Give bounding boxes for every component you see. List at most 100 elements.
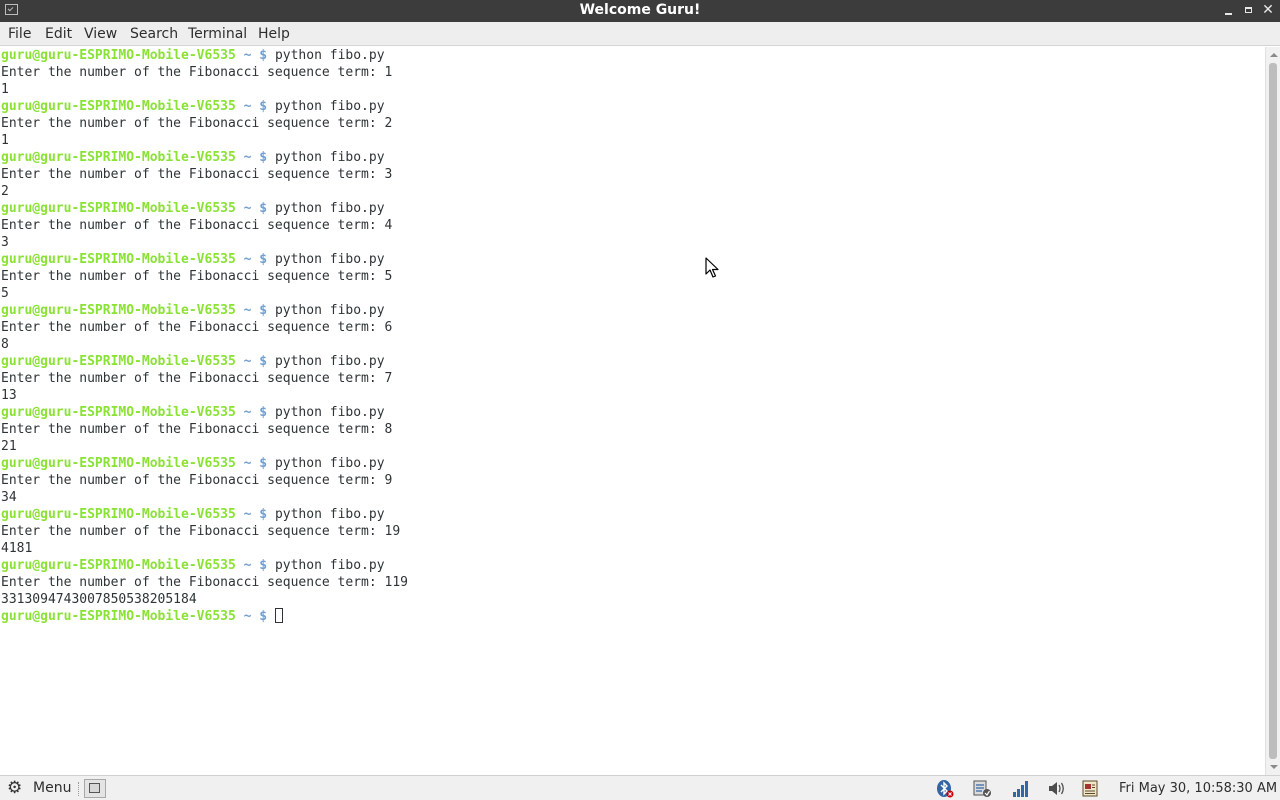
- prompt-symbol: $: [259, 150, 268, 165]
- output-line: 4181: [1, 541, 33, 556]
- prompt-symbol: $: [259, 558, 268, 573]
- prompt-user: guru@guru-ESPRIMO-Mobile-V6535: [1, 354, 236, 369]
- command-text: python fibo.py: [274, 405, 385, 420]
- command-text: python fibo.py: [274, 99, 385, 114]
- bluetooth-icon[interactable]: [935, 779, 955, 798]
- mouse-pointer-icon: [705, 257, 719, 278]
- prompt-dir: ~: [243, 48, 252, 63]
- scrollbar-thumb[interactable]: [1269, 63, 1277, 759]
- output-line: Enter the number of the Fibonacci sequen…: [1, 218, 393, 233]
- prompt-dir: ~: [243, 150, 252, 165]
- prompt-line: guru@guru-ESPRIMO-Mobile-V6535 ~ $ pytho…: [1, 200, 385, 217]
- command-text: python fibo.py: [274, 303, 385, 318]
- text-cursor[interactable]: [274, 608, 283, 623]
- gear-icon: ⚙: [7, 778, 23, 798]
- command-text: python fibo.py: [274, 354, 385, 369]
- minimize-button[interactable]: [1222, 3, 1236, 17]
- command-text: python fibo.py: [274, 150, 385, 165]
- prompt-line: guru@guru-ESPRIMO-Mobile-V6535 ~ $ pytho…: [1, 149, 385, 166]
- command-text: python fibo.py: [274, 48, 385, 63]
- output-line: 2: [1, 184, 9, 199]
- menu-view[interactable]: View: [84, 26, 117, 43]
- menu-file[interactable]: File: [8, 26, 31, 43]
- prompt-dir: ~: [243, 609, 252, 624]
- prompt-line: guru@guru-ESPRIMO-Mobile-V6535 ~ $ pytho…: [1, 251, 385, 268]
- update-manager-icon[interactable]: [972, 779, 992, 798]
- output-line: 13: [1, 388, 17, 403]
- taskbar-window-button[interactable]: [84, 779, 106, 798]
- network-icon[interactable]: [1011, 779, 1031, 798]
- prompt-line: guru@guru-ESPRIMO-Mobile-V6535 ~ $ pytho…: [1, 98, 385, 115]
- prompt-user: guru@guru-ESPRIMO-Mobile-V6535: [1, 507, 236, 522]
- output-line: 34: [1, 490, 17, 505]
- output-line: Enter the number of the Fibonacci sequen…: [1, 524, 401, 539]
- prompt-user: guru@guru-ESPRIMO-Mobile-V6535: [1, 48, 236, 63]
- prompt-line: guru@guru-ESPRIMO-Mobile-V6535 ~ $ pytho…: [1, 47, 385, 64]
- prompt-dir: ~: [243, 201, 252, 216]
- output-line: 8: [1, 337, 9, 352]
- command-text: python fibo.py: [274, 456, 385, 471]
- terminal-output[interactable]: guru@guru-ESPRIMO-Mobile-V6535 ~ $ pytho…: [0, 47, 1265, 775]
- prompt-symbol: $: [259, 609, 268, 624]
- command-text: python fibo.py: [274, 507, 385, 522]
- output-line: 1: [1, 82, 9, 97]
- output-line: Enter the number of the Fibonacci sequen…: [1, 473, 393, 488]
- output-line: Enter the number of the Fibonacci sequen…: [1, 167, 393, 182]
- prompt-symbol: $: [259, 48, 268, 63]
- prompt-line: guru@guru-ESPRIMO-Mobile-V6535 ~ $ pytho…: [1, 455, 385, 472]
- menu-terminal[interactable]: Terminal: [188, 26, 247, 43]
- prompt-dir: ~: [243, 405, 252, 420]
- output-line: Enter the number of the Fibonacci sequen…: [1, 116, 393, 131]
- output-line: 21: [1, 439, 17, 454]
- prompt-line: guru@guru-ESPRIMO-Mobile-V6535 ~ $: [1, 608, 283, 625]
- output-line: 3: [1, 235, 9, 250]
- prompt-dir: ~: [243, 507, 252, 522]
- prompt-user: guru@guru-ESPRIMO-Mobile-V6535: [1, 558, 236, 573]
- menu-search[interactable]: Search: [130, 26, 178, 43]
- prompt-line: guru@guru-ESPRIMO-Mobile-V6535 ~ $ pytho…: [1, 557, 385, 574]
- prompt-dir: ~: [243, 99, 252, 114]
- panel-separator: [78, 782, 81, 796]
- prompt-user: guru@guru-ESPRIMO-Mobile-V6535: [1, 150, 236, 165]
- prompt-dir: ~: [243, 252, 252, 267]
- window-titlebar: Welcome Guru! ✕: [0, 0, 1280, 22]
- prompt-line: guru@guru-ESPRIMO-Mobile-V6535 ~ $ pytho…: [1, 353, 385, 370]
- prompt-user: guru@guru-ESPRIMO-Mobile-V6535: [1, 456, 236, 471]
- menu-edit[interactable]: Edit: [45, 26, 72, 43]
- menu-help[interactable]: Help: [258, 26, 290, 43]
- prompt-line: guru@guru-ESPRIMO-Mobile-V6535 ~ $ pytho…: [1, 506, 385, 523]
- prompt-symbol: $: [259, 507, 268, 522]
- notes-icon[interactable]: [1080, 779, 1100, 798]
- prompt-user: guru@guru-ESPRIMO-Mobile-V6535: [1, 99, 236, 114]
- scroll-up-icon[interactable]: [1270, 53, 1278, 57]
- prompt-line: guru@guru-ESPRIMO-Mobile-V6535 ~ $ pytho…: [1, 302, 385, 319]
- output-line: 1: [1, 133, 9, 148]
- prompt-user: guru@guru-ESPRIMO-Mobile-V6535: [1, 201, 236, 216]
- prompt-dir: ~: [243, 456, 252, 471]
- prompt-user: guru@guru-ESPRIMO-Mobile-V6535: [1, 303, 236, 318]
- prompt-symbol: $: [259, 405, 268, 420]
- prompt-symbol: $: [259, 252, 268, 267]
- maximize-button[interactable]: [1242, 3, 1256, 17]
- prompt-user: guru@guru-ESPRIMO-Mobile-V6535: [1, 609, 236, 624]
- menu-button-label: Menu: [33, 780, 72, 796]
- prompt-symbol: $: [259, 99, 268, 114]
- prompt-symbol: $: [259, 201, 268, 216]
- prompt-dir: ~: [243, 558, 252, 573]
- terminal-scrollbar[interactable]: [1265, 47, 1280, 775]
- output-line: 3313094743007850538205184: [1, 592, 197, 607]
- clock[interactable]: Fri May 30, 10:58:30 AM: [1119, 780, 1277, 797]
- output-line: Enter the number of the Fibonacci sequen…: [1, 422, 393, 437]
- prompt-dir: ~: [243, 303, 252, 318]
- command-text: python fibo.py: [274, 201, 385, 216]
- volume-icon[interactable]: [1047, 779, 1067, 798]
- prompt-symbol: $: [259, 456, 268, 471]
- prompt-dir: ~: [243, 354, 252, 369]
- prompt-user: guru@guru-ESPRIMO-Mobile-V6535: [1, 405, 236, 420]
- output-line: Enter the number of the Fibonacci sequen…: [1, 575, 408, 590]
- scroll-down-icon[interactable]: [1270, 765, 1278, 769]
- prompt-symbol: $: [259, 303, 268, 318]
- command-text: python fibo.py: [274, 558, 385, 573]
- close-button[interactable]: ✕: [1261, 3, 1275, 17]
- bottom-panel: ⚙ Menu Fri May 30, 10:58:30 AM: [0, 775, 1280, 800]
